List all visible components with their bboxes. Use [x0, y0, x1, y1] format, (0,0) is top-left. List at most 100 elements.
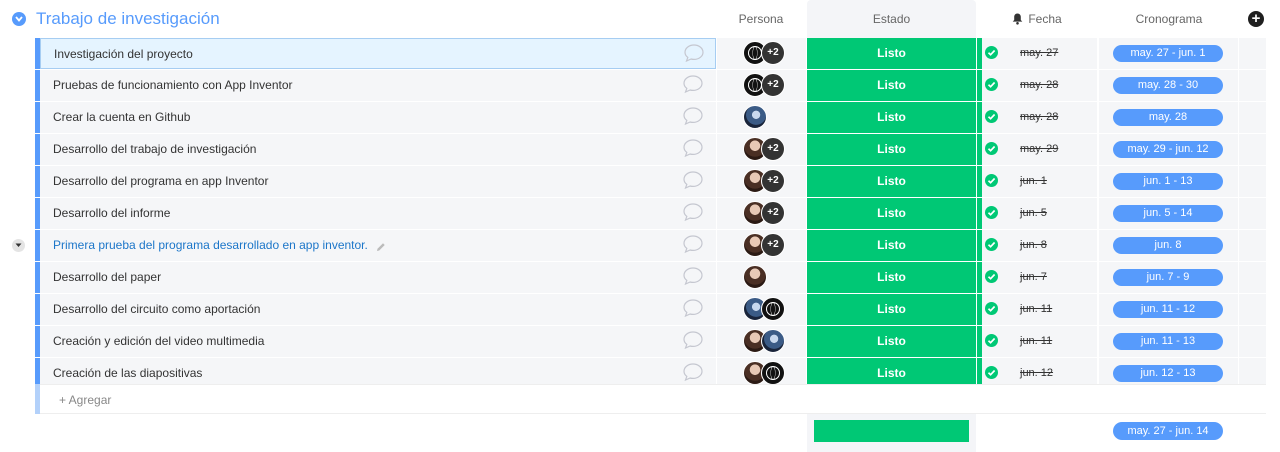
add-item-input[interactable]: + Agregar [40, 384, 1266, 414]
status-cell[interactable]: Listo [807, 102, 976, 133]
avatar-overflow-count[interactable]: +2 [761, 41, 785, 65]
timeline-pill[interactable]: jun. 11 - 12 [1113, 301, 1223, 318]
item-name[interactable]: Desarrollo del circuito como aportación [53, 302, 260, 316]
timeline-pill[interactable]: may. 28 [1113, 109, 1223, 126]
comment-bubble-icon[interactable] [682, 330, 704, 350]
timeline-cell[interactable]: may. 28 - 30 [1099, 70, 1238, 101]
item-name-cell[interactable]: Investigación del proyecto [40, 38, 716, 69]
comment-bubble-icon[interactable] [682, 266, 704, 286]
timeline-pill[interactable]: jun. 1 - 13 [1113, 173, 1223, 190]
persona-cell[interactable] [717, 326, 806, 357]
avatar[interactable] [743, 105, 767, 129]
comment-bubble-icon[interactable] [682, 138, 704, 158]
timeline-cell[interactable]: jun. 11 - 13 [1099, 326, 1238, 357]
status-cell[interactable]: Listo [807, 38, 976, 69]
persona-cell[interactable]: +2 [717, 134, 806, 165]
timeline-pill[interactable]: may. 28 - 30 [1113, 77, 1223, 94]
item-name[interactable]: Creación y edición del video multimedia [53, 334, 264, 348]
timeline-cell[interactable]: jun. 5 - 14 [1099, 198, 1238, 229]
row-menu-chevron-icon[interactable] [12, 239, 25, 252]
persona-cell[interactable]: +2 [717, 38, 806, 69]
avatar[interactable] [743, 265, 767, 289]
persona-cell[interactable] [717, 294, 806, 325]
item-name[interactable]: Investigación del proyecto [54, 47, 193, 61]
avatar-overflow-count[interactable]: +2 [761, 169, 785, 193]
item-name[interactable]: Desarrollo del informe [53, 206, 170, 220]
avatar-overflow-count[interactable]: +2 [761, 137, 785, 161]
avatar-overflow-count[interactable]: +2 [761, 201, 785, 225]
table-row[interactable]: Investigación del proyecto +2 Listo may. 27… [0, 38, 1280, 69]
date-cell[interactable]: may. 29 [977, 134, 1097, 165]
date-cell[interactable]: may. 28 [977, 70, 1097, 101]
date-cell[interactable]: may. 28 [977, 102, 1097, 133]
table-row[interactable]: Desarrollo del circuito como aportación L… [0, 294, 1280, 325]
item-name-cell[interactable]: Desarrollo del circuito como aportación [40, 294, 716, 325]
date-cell[interactable]: jun. 8 [977, 230, 1097, 261]
column-header-persona[interactable]: Persona [716, 0, 806, 38]
timeline-pill[interactable]: jun. 11 - 13 [1113, 333, 1223, 350]
comment-bubble-icon[interactable] [682, 362, 704, 382]
timeline-cell[interactable]: jun. 7 - 9 [1099, 262, 1238, 293]
comment-bubble-icon[interactable] [682, 106, 704, 126]
persona-cell[interactable] [717, 262, 806, 293]
item-name-cell[interactable]: Pruebas de funcionamiento con App Invent… [40, 70, 716, 101]
persona-cell[interactable]: +2 [717, 230, 806, 261]
avatar[interactable] [761, 297, 785, 321]
group-title[interactable]: Trabajo de investigación [36, 9, 220, 29]
date-cell[interactable]: jun. 5 [977, 198, 1097, 229]
date-cell[interactable]: jun. 11 [977, 294, 1097, 325]
item-name-cell[interactable]: Desarrollo del informe [40, 198, 716, 229]
comment-bubble-icon[interactable] [682, 74, 704, 94]
table-row[interactable]: Desarrollo del informe +2 Listo jun. 5 jun. … [0, 198, 1280, 229]
timeline-cell[interactable]: may. 27 - jun. 1 [1099, 38, 1238, 69]
comment-bubble-icon[interactable] [682, 202, 704, 222]
table-row[interactable]: Creación y edición del video multimedia L… [0, 326, 1280, 357]
timeline-cell[interactable]: may. 29 - jun. 12 [1099, 134, 1238, 165]
add-item-row[interactable]: + Agregar [35, 384, 1266, 414]
persona-cell[interactable]: +2 [717, 198, 806, 229]
item-name-cell[interactable]: Desarrollo del trabajo de investigación [40, 134, 716, 165]
avatar[interactable] [761, 329, 785, 353]
table-row[interactable]: Desarrollo del paper Listo jun. 7 jun. 7 - … [0, 262, 1280, 293]
timeline-cell[interactable]: jun. 11 - 12 [1099, 294, 1238, 325]
column-header-fecha[interactable]: Fecha [977, 0, 1097, 38]
item-name[interactable]: Desarrollo del trabajo de investigación [53, 142, 256, 156]
date-cell[interactable]: may. 27 [977, 38, 1097, 69]
column-header-estado[interactable]: Estado [807, 0, 976, 38]
comment-bubble-icon[interactable] [683, 43, 705, 63]
timeline-cell[interactable]: may. 28 [1099, 102, 1238, 133]
timeline-pill[interactable]: jun. 8 [1113, 237, 1223, 254]
table-row[interactable]: Desarrollo del programa en app Inventor +… [0, 166, 1280, 197]
status-cell[interactable]: Listo [807, 326, 976, 357]
avatar-overflow-count[interactable]: +2 [761, 233, 785, 257]
timeline-pill[interactable]: jun. 12 - 13 [1113, 365, 1223, 382]
table-row[interactable]: Primera prueba del programa desarrollado… [0, 230, 1280, 261]
status-cell[interactable]: Listo [807, 198, 976, 229]
item-name-cell[interactable]: Crear la cuenta en Github [40, 102, 716, 133]
date-cell[interactable]: jun. 7 [977, 262, 1097, 293]
status-cell[interactable]: Listo [807, 230, 976, 261]
timeline-pill[interactable]: may. 29 - jun. 12 [1113, 141, 1223, 158]
item-name[interactable]: Desarrollo del programa en app Inventor [53, 174, 268, 188]
item-name[interactable]: Pruebas de funcionamiento con App Invent… [53, 78, 293, 92]
item-name[interactable]: Desarrollo del paper [53, 270, 161, 284]
status-cell[interactable]: Listo [807, 70, 976, 101]
persona-cell[interactable] [717, 102, 806, 133]
persona-cell[interactable]: +2 [717, 70, 806, 101]
timeline-pill[interactable]: jun. 7 - 9 [1113, 269, 1223, 286]
status-cell[interactable]: Listo [807, 262, 976, 293]
comment-bubble-icon[interactable] [682, 298, 704, 318]
item-name-cell[interactable]: Creación y edición del video multimedia [40, 326, 716, 357]
item-name-cell[interactable]: Primera prueba del programa desarrollado… [40, 230, 716, 261]
date-cell[interactable]: jun. 1 [977, 166, 1097, 197]
item-name-cell[interactable]: Desarrollo del programa en app Inventor [40, 166, 716, 197]
status-cell[interactable]: Listo [807, 294, 976, 325]
comment-bubble-icon[interactable] [682, 170, 704, 190]
pencil-icon[interactable] [376, 239, 386, 251]
item-name[interactable]: Primera prueba del programa desarrollado… [53, 238, 368, 252]
add-column-button[interactable]: + [1248, 11, 1264, 27]
item-name[interactable]: Crear la cuenta en Github [53, 110, 190, 124]
date-cell[interactable]: jun. 11 [977, 326, 1097, 357]
item-name-cell[interactable]: Desarrollo del paper [40, 262, 716, 293]
group-collapse-icon[interactable] [12, 12, 26, 26]
